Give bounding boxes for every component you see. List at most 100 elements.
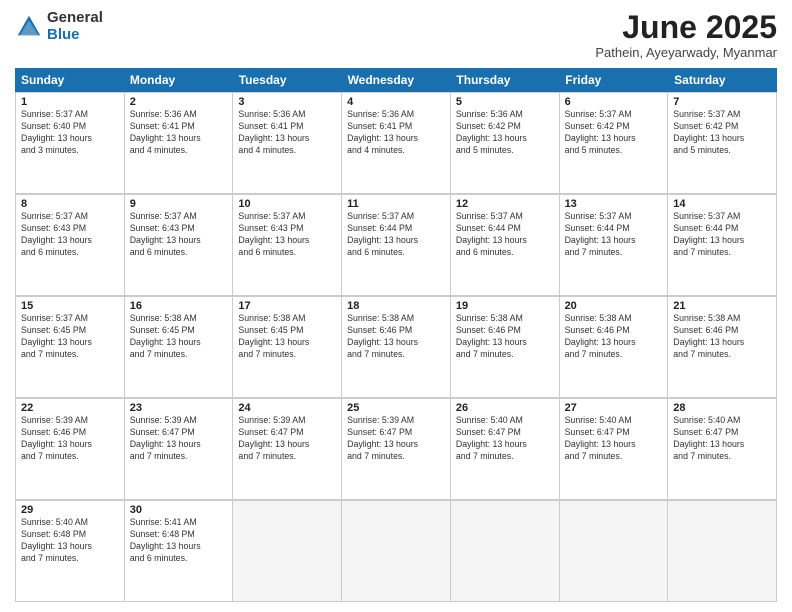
header-saturday: Saturday [668,68,777,92]
logo-general: General [47,10,103,27]
header-friday: Friday [559,68,668,92]
calendar-cell: 16Sunrise: 5:38 AMSunset: 6:45 PMDayligh… [125,297,234,398]
calendar-cell: 11Sunrise: 5:37 AMSunset: 6:44 PMDayligh… [342,195,451,296]
calendar-cell: 1Sunrise: 5:37 AMSunset: 6:40 PMDaylight… [16,93,125,194]
calendar-cell: 2Sunrise: 5:36 AMSunset: 6:41 PMDaylight… [125,93,234,194]
logo-blue: Blue [47,27,103,44]
day-info: Sunrise: 5:36 AMSunset: 6:41 PMDaylight:… [130,109,228,157]
calendar-header: Sunday Monday Tuesday Wednesday Thursday… [15,68,777,92]
calendar-cell: 15Sunrise: 5:37 AMSunset: 6:45 PMDayligh… [16,297,125,398]
day-info: Sunrise: 5:38 AMSunset: 6:46 PMDaylight:… [456,313,554,361]
day-number: 7 [673,96,771,108]
day-info: Sunrise: 5:38 AMSunset: 6:45 PMDaylight:… [130,313,228,361]
day-number: 18 [347,300,445,312]
day-number: 21 [673,300,771,312]
day-number: 10 [238,198,336,210]
day-info: Sunrise: 5:38 AMSunset: 6:46 PMDaylight:… [673,313,771,361]
calendar-body: 1Sunrise: 5:37 AMSunset: 6:40 PMDaylight… [15,92,777,602]
calendar-cell: 26Sunrise: 5:40 AMSunset: 6:47 PMDayligh… [451,399,560,500]
day-info: Sunrise: 5:36 AMSunset: 6:42 PMDaylight:… [456,109,554,157]
day-info: Sunrise: 5:39 AMSunset: 6:47 PMDaylight:… [238,415,336,463]
calendar-cell: 13Sunrise: 5:37 AMSunset: 6:44 PMDayligh… [560,195,669,296]
day-number: 22 [21,402,119,414]
calendar-cell [451,501,560,602]
calendar-cell: 9Sunrise: 5:37 AMSunset: 6:43 PMDaylight… [125,195,234,296]
day-info: Sunrise: 5:36 AMSunset: 6:41 PMDaylight:… [347,109,445,157]
day-number: 15 [21,300,119,312]
day-number: 1 [21,96,119,108]
header-tuesday: Tuesday [233,68,342,92]
day-number: 3 [238,96,336,108]
calendar-cell: 12Sunrise: 5:37 AMSunset: 6:44 PMDayligh… [451,195,560,296]
day-info: Sunrise: 5:37 AMSunset: 6:42 PMDaylight:… [673,109,771,157]
day-info: Sunrise: 5:37 AMSunset: 6:44 PMDaylight:… [673,211,771,259]
day-number: 26 [456,402,554,414]
calendar-cell: 22Sunrise: 5:39 AMSunset: 6:46 PMDayligh… [16,399,125,500]
calendar-cell: 8Sunrise: 5:37 AMSunset: 6:43 PMDaylight… [16,195,125,296]
calendar-row: 29Sunrise: 5:40 AMSunset: 6:48 PMDayligh… [15,500,777,602]
header-monday: Monday [124,68,233,92]
calendar-cell: 18Sunrise: 5:38 AMSunset: 6:46 PMDayligh… [342,297,451,398]
calendar-cell [233,501,342,602]
logo-icon [15,13,43,41]
day-number: 8 [21,198,119,210]
day-info: Sunrise: 5:37 AMSunset: 6:42 PMDaylight:… [565,109,663,157]
calendar-cell: 24Sunrise: 5:39 AMSunset: 6:47 PMDayligh… [233,399,342,500]
day-info: Sunrise: 5:37 AMSunset: 6:43 PMDaylight:… [130,211,228,259]
page: General Blue June 2025 Pathein, Ayeyarwa… [0,0,792,612]
day-info: Sunrise: 5:40 AMSunset: 6:47 PMDaylight:… [673,415,771,463]
calendar-cell: 19Sunrise: 5:38 AMSunset: 6:46 PMDayligh… [451,297,560,398]
calendar-cell [342,501,451,602]
calendar-cell: 3Sunrise: 5:36 AMSunset: 6:41 PMDaylight… [233,93,342,194]
calendar-row: 22Sunrise: 5:39 AMSunset: 6:46 PMDayligh… [15,398,777,500]
calendar-row: 8Sunrise: 5:37 AMSunset: 6:43 PMDaylight… [15,194,777,296]
day-info: Sunrise: 5:37 AMSunset: 6:40 PMDaylight:… [21,109,119,157]
day-info: Sunrise: 5:37 AMSunset: 6:43 PMDaylight:… [21,211,119,259]
logo-text: General Blue [47,10,103,43]
day-number: 16 [130,300,228,312]
day-number: 28 [673,402,771,414]
day-number: 19 [456,300,554,312]
header-sunday: Sunday [15,68,124,92]
day-info: Sunrise: 5:37 AMSunset: 6:44 PMDaylight:… [347,211,445,259]
day-info: Sunrise: 5:40 AMSunset: 6:47 PMDaylight:… [565,415,663,463]
calendar-cell: 7Sunrise: 5:37 AMSunset: 6:42 PMDaylight… [668,93,777,194]
calendar-cell [668,501,777,602]
location-subtitle: Pathein, Ayeyarwady, Myanmar [595,45,777,60]
calendar-cell: 25Sunrise: 5:39 AMSunset: 6:47 PMDayligh… [342,399,451,500]
title-section: June 2025 Pathein, Ayeyarwady, Myanmar [595,10,777,60]
day-number: 23 [130,402,228,414]
day-number: 25 [347,402,445,414]
day-number: 2 [130,96,228,108]
calendar-cell: 6Sunrise: 5:37 AMSunset: 6:42 PMDaylight… [560,93,669,194]
day-info: Sunrise: 5:39 AMSunset: 6:47 PMDaylight:… [347,415,445,463]
calendar-row: 1Sunrise: 5:37 AMSunset: 6:40 PMDaylight… [15,92,777,194]
header: General Blue June 2025 Pathein, Ayeyarwa… [15,10,777,60]
calendar-cell: 20Sunrise: 5:38 AMSunset: 6:46 PMDayligh… [560,297,669,398]
day-info: Sunrise: 5:37 AMSunset: 6:43 PMDaylight:… [238,211,336,259]
day-info: Sunrise: 5:37 AMSunset: 6:44 PMDaylight:… [565,211,663,259]
day-number: 30 [130,504,228,516]
day-info: Sunrise: 5:36 AMSunset: 6:41 PMDaylight:… [238,109,336,157]
calendar-cell: 5Sunrise: 5:36 AMSunset: 6:42 PMDaylight… [451,93,560,194]
month-title: June 2025 [595,10,777,45]
day-number: 29 [21,504,119,516]
calendar-cell: 29Sunrise: 5:40 AMSunset: 6:48 PMDayligh… [16,501,125,602]
day-info: Sunrise: 5:39 AMSunset: 6:46 PMDaylight:… [21,415,119,463]
day-info: Sunrise: 5:40 AMSunset: 6:47 PMDaylight:… [456,415,554,463]
day-number: 20 [565,300,663,312]
day-number: 17 [238,300,336,312]
day-number: 24 [238,402,336,414]
day-info: Sunrise: 5:37 AMSunset: 6:45 PMDaylight:… [21,313,119,361]
calendar-cell: 30Sunrise: 5:41 AMSunset: 6:48 PMDayligh… [125,501,234,602]
day-number: 11 [347,198,445,210]
day-number: 27 [565,402,663,414]
header-thursday: Thursday [450,68,559,92]
day-number: 5 [456,96,554,108]
day-number: 12 [456,198,554,210]
logo: General Blue [15,10,103,43]
calendar-cell: 4Sunrise: 5:36 AMSunset: 6:41 PMDaylight… [342,93,451,194]
calendar-cell: 27Sunrise: 5:40 AMSunset: 6:47 PMDayligh… [560,399,669,500]
calendar-cell: 23Sunrise: 5:39 AMSunset: 6:47 PMDayligh… [125,399,234,500]
calendar-cell: 21Sunrise: 5:38 AMSunset: 6:46 PMDayligh… [668,297,777,398]
